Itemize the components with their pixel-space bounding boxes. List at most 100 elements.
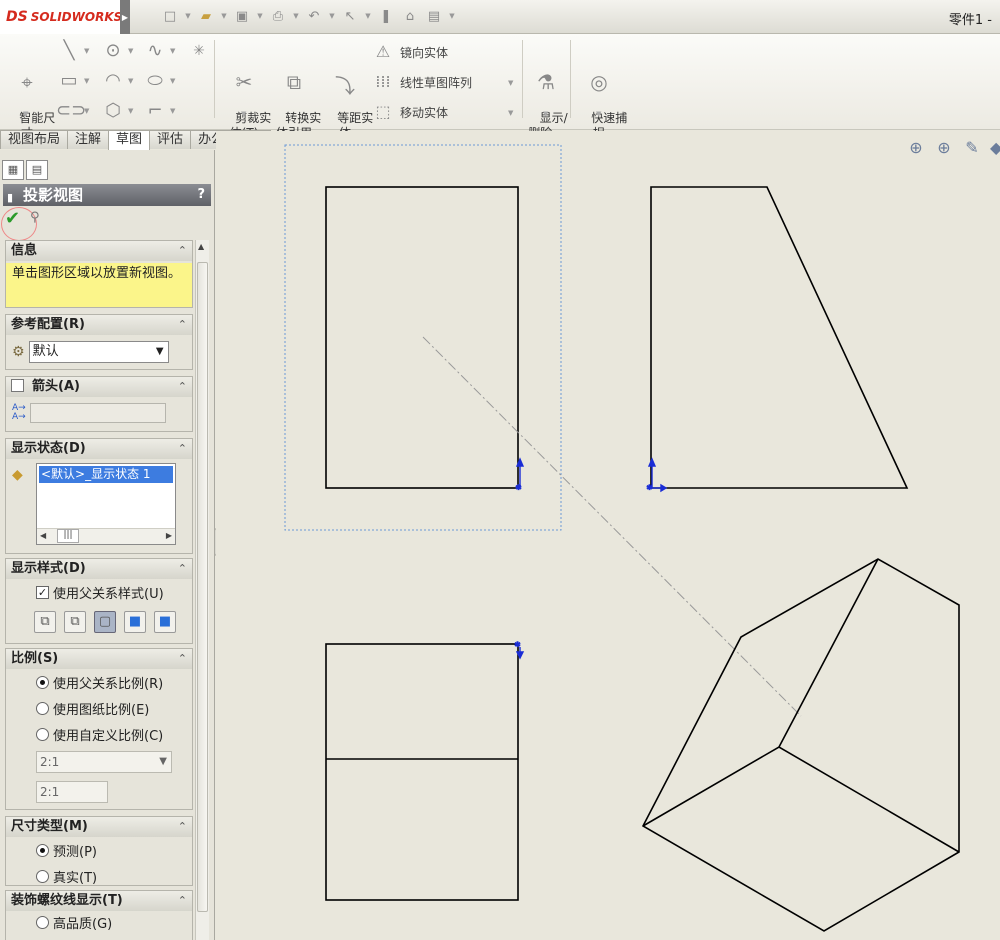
chevron-down-icon[interactable]: ▼ [256,6,264,26]
chevron-down-icon[interactable]: ▼ [84,40,92,62]
arrow-checkbox[interactable] [11,379,24,392]
print-icon[interactable]: ⎙ [268,6,288,26]
chevron-down-icon[interactable]: ▼ [170,100,178,122]
chevron-down-icon[interactable]: ▼ [128,70,136,92]
collapse-icon[interactable]: ⌃ [178,439,187,459]
group-header[interactable]: 装饰螺纹线显示(T) ⌃ [6,891,192,911]
horizontal-scrollbar[interactable]: ◀ ||| ▶ [37,528,175,544]
top-view[interactable] [325,643,519,901]
wireframe-style-button[interactable]: ⧉ [34,611,56,633]
radio-button[interactable] [36,870,49,883]
collapse-icon[interactable]: ⌃ [178,891,187,911]
collapse-icon[interactable]: ⌃ [178,315,187,335]
radio-button[interactable] [36,728,49,741]
collapse-icon[interactable]: ⌃ [178,377,187,397]
chevron-down-icon[interactable]: ▼ [84,70,92,92]
rebuild-icon[interactable]: ❚ [376,6,396,26]
dimension-type-true[interactable]: 真实(T) [36,867,97,886]
radio-button[interactable] [36,676,49,689]
chevron-down-icon[interactable]: ▼ [328,6,336,26]
scale-option-custom[interactable]: 使用自定义比例(C) [36,725,163,744]
tab-evaluate[interactable]: 评估 [149,130,192,149]
graphics-area[interactable]: ⊕ ⊕ ✎ ◆ * * * [216,131,1000,940]
chevron-down-icon[interactable]: ▼ [508,72,516,94]
group-header[interactable]: 显示状态(D) ⌃ [6,439,192,459]
pin-icon[interactable]: ⚲ [30,210,40,225]
hidden-lines-removed-button[interactable]: ▢ [94,611,116,633]
arc-tool-icon[interactable]: ◠ [100,70,126,92]
chevron-down-icon[interactable]: ▼ [128,40,136,62]
use-parent-style-checkbox[interactable]: ✓ [36,586,49,599]
tab-annotation[interactable]: 注解 [67,130,110,149]
options-icon[interactable]: ▤ [424,6,444,26]
spline-tool-icon[interactable]: ∿ [142,40,168,62]
group-header[interactable]: 箭头(A) ⌃ [6,377,192,397]
chevron-down-icon[interactable]: ▼ [170,70,178,92]
scroll-left-icon[interactable]: ◀ [40,531,46,540]
group-header[interactable]: 信息 ⌃ [6,241,192,261]
dimension-type-projected[interactable]: 预测(P) [36,841,97,860]
select-icon[interactable]: ↖ [340,6,360,26]
undo-icon[interactable]: ↶ [304,6,324,26]
chevron-down-icon[interactable]: ▼ [84,100,92,122]
chevron-down-icon[interactable]: ▼ [241,110,246,118]
scroll-thumb[interactable]: ||| [57,529,79,543]
radio-button[interactable] [36,702,49,715]
fillet-tool-icon[interactable]: ⌐ [142,100,168,122]
group-header[interactable]: 参考配置(R) ⌃ [6,315,192,335]
solidworks-logo[interactable]: DS SOLIDWORKS [0,0,122,34]
chevron-down-icon[interactable]: ▼ [364,6,372,26]
tab-sketch[interactable]: 草图 [108,130,151,150]
right-side-view[interactable] [650,186,909,489]
use-parent-style-option[interactable]: ✓ 使用父关系样式(U) [36,583,164,602]
property-manager-tab-icon[interactable]: ▤ [26,160,48,180]
slot-tool-icon[interactable]: ⊂⊃ [56,100,86,122]
front-view[interactable] [325,186,519,489]
custom-scale-select[interactable]: 2:1 ▼ [36,751,172,773]
collapse-icon[interactable]: ⌃ [178,241,187,261]
rectangle-tool-icon[interactable]: ▭ [56,70,82,92]
group-header[interactable]: 显示样式(D) ⌃ [6,559,192,579]
cosmetic-high-quality[interactable]: 高品质(G) [36,913,112,932]
move-entities-button[interactable]: ⬚ 移动实体 [372,102,448,122]
list-item[interactable]: <默认>_显示状态 1 [39,466,173,483]
chevron-down-icon[interactable]: ▼ [508,102,516,124]
ellipse-tool-icon[interactable]: ⬭ [142,70,168,92]
custom-scale-field[interactable]: 2:1 [36,781,108,803]
polygon-tool-icon[interactable]: ⬡ [100,100,126,122]
open-icon[interactable]: ▰ [196,6,216,26]
shaded-button[interactable]: ■ [154,611,176,633]
chevron-down-icon[interactable]: ▼ [543,110,548,118]
chevron-down-icon[interactable]: ▼ [184,6,192,26]
collapse-icon[interactable]: ⌃ [178,817,187,837]
line-tool-icon[interactable]: ╲ [56,40,82,62]
chevron-down-icon[interactable]: ▼ [170,40,178,62]
scroll-right-icon[interactable]: ▶ [166,531,172,540]
chevron-down-icon[interactable]: ▼ [23,110,28,118]
isometric-view[interactable] [641,558,960,932]
chevron-down-icon[interactable]: ▼ [596,110,601,118]
help-button[interactable]: ? [197,184,205,206]
radio-button[interactable] [36,916,49,929]
save-icon[interactable]: ▣ [232,6,252,26]
scale-option-sheet[interactable]: 使用图纸比例(E) [36,699,149,718]
chevron-down-icon[interactable]: ▼ [292,6,300,26]
circle-tool-icon[interactable]: ⊙ [100,40,126,62]
configuration-select[interactable]: 默认 ▼ [28,341,169,363]
collapse-icon[interactable]: ⌃ [178,559,187,579]
chevron-down-icon[interactable]: ▼ [220,6,228,26]
display-state-list[interactable]: <默认>_显示状态 1 ◀ ||| ▶ [36,463,176,545]
ok-checkmark-icon[interactable]: ✔ [5,210,23,228]
chevron-down-icon[interactable]: ▼ [128,100,136,122]
radio-button[interactable] [36,844,49,857]
collapse-icon[interactable]: ⌃ [178,649,187,669]
linear-pattern-button[interactable]: ⁞⁞⁞ 线性草图阵列 [372,72,472,92]
point-tool-icon[interactable]: ✳ [186,40,212,62]
feature-tree-tab-icon[interactable]: ▦ [2,160,24,180]
new-document-icon[interactable]: □ [160,6,180,26]
mirror-entities-button[interactable]: ⚠ 镜向实体 [372,42,448,62]
chevron-down-icon[interactable]: ▼ [448,6,456,26]
file-properties-icon[interactable]: ⌂ [400,6,420,26]
menu-expand-arrow-icon[interactable]: ▶ [120,0,130,34]
scale-option-parent[interactable]: 使用父关系比例(R) [36,673,163,692]
